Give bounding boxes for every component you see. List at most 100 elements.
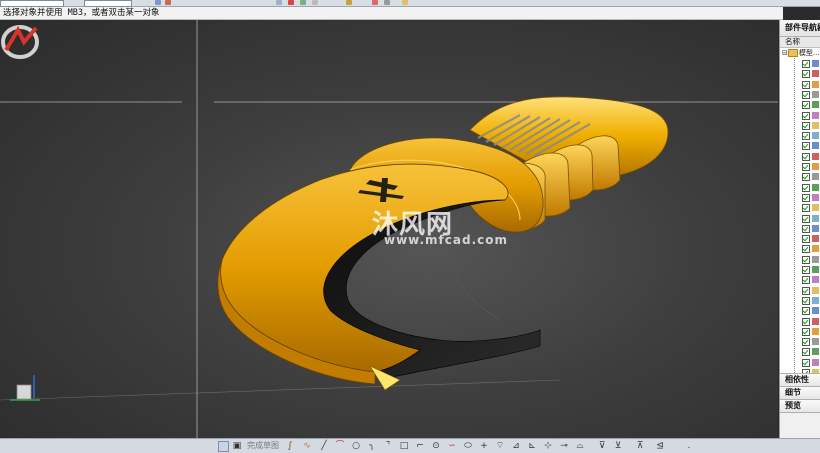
select-icon[interactable] (155, 0, 161, 5)
endpoint-snap-icon[interactable] (288, 0, 294, 5)
filter-icon[interactable] (165, 0, 171, 5)
quadrant-snap-icon[interactable] (346, 0, 352, 5)
finish-sketch-icon[interactable]: ▣ (232, 441, 242, 451)
feature-row[interactable] (802, 121, 820, 130)
model-history-node[interactable]: ⊟ 模型... (782, 49, 820, 58)
trim-icon[interactable]: ⊹ (543, 441, 553, 451)
dimension-icon[interactable]: ⊽ (597, 441, 607, 451)
visibility-checkbox[interactable] (802, 245, 810, 254)
feature-row[interactable] (802, 307, 820, 316)
preview-section[interactable]: 预览 (780, 400, 820, 413)
feature-row[interactable] (802, 214, 820, 223)
face-snap-icon[interactable] (402, 0, 408, 5)
feature-row[interactable] (802, 266, 820, 274)
feature-row[interactable] (802, 296, 820, 305)
visibility-checkbox[interactable] (802, 307, 810, 316)
visibility-checkbox[interactable] (802, 286, 810, 295)
ellipse-icon[interactable]: ⬭ (463, 441, 473, 451)
snap-icon[interactable] (276, 0, 282, 5)
visibility-checkbox[interactable] (802, 90, 810, 99)
arc-icon[interactable]: ⌒ (335, 441, 345, 451)
mirror-icon[interactable]: ⊾ (527, 441, 537, 451)
visibility-checkbox[interactable] (802, 266, 810, 274)
rectangle-icon[interactable]: □ (399, 441, 409, 451)
feature-row[interactable] (802, 204, 820, 213)
visibility-checkbox[interactable] (802, 70, 810, 79)
feature-row[interactable] (802, 358, 820, 367)
visibility-checkbox[interactable] (802, 255, 810, 264)
fillet-icon[interactable]: ╮ (367, 441, 377, 451)
finish-sketch-label[interactable]: 完成草图 (247, 441, 279, 451)
visibility-checkbox[interactable] (802, 224, 810, 233)
visibility-checkbox[interactable] (802, 152, 810, 161)
sketch-icon[interactable] (218, 441, 229, 452)
visibility-checkbox[interactable] (802, 338, 810, 347)
point-icon[interactable]: + (479, 441, 489, 451)
visibility-checkbox[interactable] (802, 276, 810, 285)
feature-row[interactable] (802, 173, 820, 182)
feature-row[interactable] (802, 348, 820, 357)
visibility-checkbox[interactable] (802, 121, 810, 130)
visibility-checkbox[interactable] (802, 358, 810, 367)
pattern-icon[interactable]: ⊿ (511, 441, 521, 451)
feature-row[interactable] (802, 327, 820, 336)
intersection-snap-icon[interactable] (372, 0, 378, 5)
visibility-checkbox[interactable] (802, 132, 810, 141)
visibility-checkbox[interactable] (802, 348, 810, 357)
feature-row[interactable] (802, 369, 820, 373)
model-view[interactable] (0, 20, 778, 438)
graphics-viewport[interactable]: 沐风网 www.mfcad.com (0, 20, 778, 438)
visibility-checkbox[interactable] (802, 317, 810, 326)
corner-icon[interactable]: ⌓ (575, 441, 585, 451)
feature-row[interactable] (802, 80, 820, 89)
visibility-checkbox[interactable] (802, 369, 810, 373)
auto-constrain-icon[interactable]: ⊼ (635, 441, 645, 451)
midpoint-snap-icon[interactable] (300, 0, 306, 5)
feature-row[interactable] (802, 60, 820, 68)
show-constraints-icon[interactable]: ⊴ (655, 441, 665, 451)
visibility-checkbox[interactable] (802, 173, 810, 182)
center-snap-icon[interactable] (312, 0, 318, 5)
details-section[interactable]: 细节 (780, 387, 820, 400)
conic-icon[interactable]: ∽ (447, 441, 457, 451)
feature-row[interactable] (802, 317, 820, 326)
feature-row[interactable] (802, 245, 820, 254)
feature-row[interactable] (802, 235, 820, 244)
studio-spline-icon[interactable]: ⊙ (431, 441, 441, 451)
line-icon[interactable]: ╱ (319, 441, 329, 451)
selection-filter-dropdown[interactable] (0, 0, 64, 7)
visibility-checkbox[interactable] (802, 163, 810, 171)
dependencies-section[interactable]: 相依性 (780, 374, 820, 387)
visibility-checkbox[interactable] (802, 193, 810, 202)
feature-row[interactable] (802, 183, 820, 192)
feature-row[interactable] (802, 111, 820, 120)
feature-row[interactable] (802, 286, 820, 295)
profile-icon[interactable]: ∫ (285, 441, 295, 451)
visibility-checkbox[interactable] (802, 80, 810, 89)
polygon-icon[interactable]: ⌐ (415, 441, 425, 451)
constraint-icon[interactable]: ⊻ (613, 441, 623, 451)
feature-row[interactable] (802, 338, 820, 347)
visibility-checkbox[interactable] (802, 204, 810, 213)
visibility-checkbox[interactable] (802, 235, 810, 244)
feature-row[interactable] (802, 163, 820, 171)
spline-icon[interactable]: ∿ (302, 441, 312, 451)
feature-row[interactable] (802, 255, 820, 264)
visibility-checkbox[interactable] (802, 327, 810, 336)
extend-icon[interactable]: ⊸ (559, 441, 569, 451)
assembly-scope-dropdown[interactable] (84, 0, 132, 7)
feature-row[interactable] (802, 152, 820, 161)
feature-row[interactable] (802, 90, 820, 99)
visibility-checkbox[interactable] (802, 101, 810, 110)
name-column-header[interactable]: 名称 (780, 37, 820, 48)
visibility-checkbox[interactable] (802, 111, 810, 120)
visibility-checkbox[interactable] (802, 296, 810, 305)
visibility-checkbox[interactable] (802, 214, 810, 223)
more-icon[interactable]: . (684, 441, 694, 451)
visibility-checkbox[interactable] (802, 60, 810, 68)
feature-row[interactable] (802, 224, 820, 233)
chamfer-icon[interactable]: ⌝ (383, 441, 393, 451)
feature-row[interactable] (802, 101, 820, 110)
feature-tree[interactable]: ⊟ 模型... (780, 48, 820, 374)
circle-icon[interactable]: ○ (351, 441, 361, 451)
